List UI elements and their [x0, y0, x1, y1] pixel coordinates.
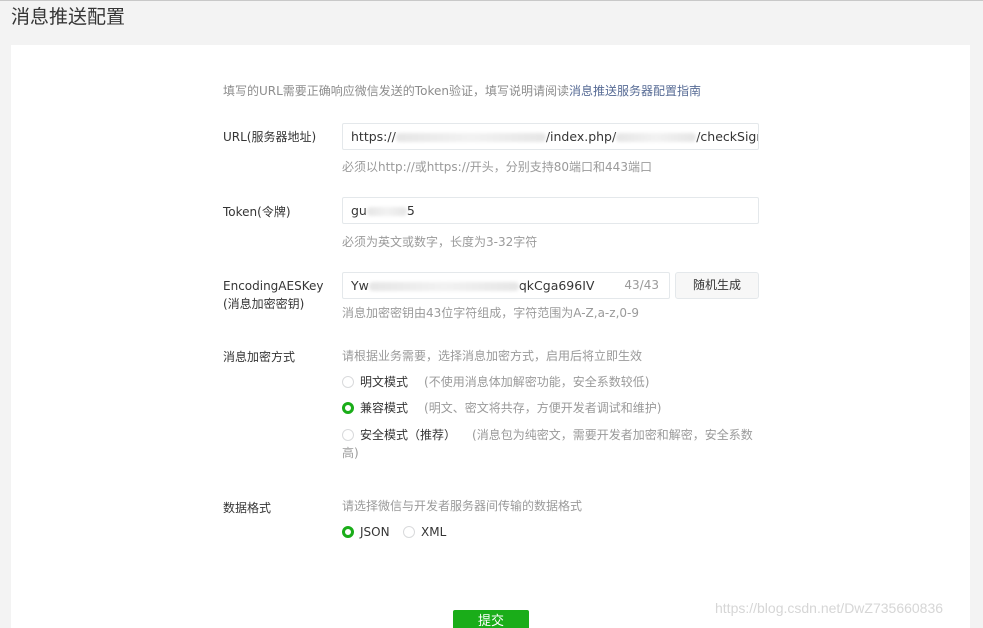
token-input[interactable]: gu 5 [342, 197, 759, 224]
url-label: URL(服务器地址) [223, 130, 317, 144]
radio-circle-checked[interactable] [342, 402, 354, 414]
radio-circle[interactable] [403, 526, 415, 538]
config-card: 填写的URL需要正确响应微信发送的Token验证，填写说明请阅读消息推送服务器配… [11, 45, 970, 628]
aes-label-line2: (消息加密密钥) [223, 297, 305, 311]
token-value-prefix: gu [351, 203, 367, 218]
aes-value-prefix: Yw [351, 278, 369, 293]
token-hint: 必须为英文或数字，长度为3-32字符 [342, 235, 538, 249]
page-title: 消息推送配置 [11, 6, 126, 28]
radio-label: XML [421, 525, 447, 539]
data-format-hint: 请选择微信与开发者服务器间传输的数据格式 [342, 499, 583, 513]
url-redacted-1 [395, 133, 546, 142]
url-redacted-2 [616, 133, 697, 142]
radio-secure-mode[interactable]: 安全模式（推荐） (消息包为纯密文，需要开发者加密和解密，安全系数 [342, 427, 762, 443]
top-border [0, 0, 983, 1]
url-input[interactable]: https:// /index.php/ /checkSignature [342, 123, 759, 150]
aes-hint: 消息加密密钥由43位字符组成，字符范围为A-Z,a-z,0-9 [342, 306, 639, 320]
radio-desc: (不使用消息体加解密功能，安全系数较低) [424, 375, 650, 389]
aes-redacted [368, 282, 519, 291]
token-value-suffix: 5 [406, 203, 415, 218]
radio-circle[interactable] [342, 429, 354, 441]
url-hint: 必须以http://或https://开头，分别支持80端口和443端口 [342, 160, 652, 174]
radio-compatible-mode[interactable]: 兼容模式 (明文、密文将共存，方便开发者调试和维护) [342, 400, 661, 416]
aes-key-input[interactable]: Yw qkCga696IV 43/43 [342, 272, 670, 299]
radio-desc: (消息包为纯密文，需要开发者加密和解密，安全系数 [472, 428, 753, 442]
radio-desc-line2: 高) [342, 446, 359, 460]
radio-format-xml[interactable]: XML [403, 524, 462, 540]
radio-label: 明文模式 [360, 375, 409, 389]
token-label: Token(令牌) [223, 205, 291, 219]
encryption-hint: 请根据业务需要，选择消息加密方式，启用后将立即生效 [342, 349, 643, 363]
data-format-label: 数据格式 [223, 501, 272, 515]
notice-text: 填写的URL需要正确响应微信发送的Token验证，填写说明请阅读消息推送服务器配… [223, 82, 701, 99]
config-guide-link[interactable]: 消息推送服务器配置指南 [569, 84, 701, 98]
aes-value-suffix: qkCga696IV [518, 278, 595, 293]
encryption-label: 消息加密方式 [223, 350, 296, 364]
radio-secure-desc-wrap: 高) [342, 445, 359, 461]
radio-label: 兼容模式 [360, 401, 409, 415]
aes-char-counter: 43/43 [624, 278, 659, 292]
radio-format-json[interactable]: JSON [342, 524, 402, 540]
url-value-prefix: https:// [351, 129, 396, 144]
radio-desc: (明文、密文将共存，方便开发者调试和维护) [424, 401, 662, 415]
watermark: https://blog.csdn.net/DwZ735660836 [715, 600, 944, 616]
aes-label: EncodingAESKey (消息加密密钥) [223, 277, 323, 313]
url-value-suffix: /checkSignature [696, 129, 758, 144]
radio-circle-checked[interactable] [342, 526, 354, 538]
submit-button[interactable]: 提交 [453, 610, 529, 628]
notice-body: 填写的URL需要正确响应微信发送的Token验证，填写说明请阅读 [223, 84, 569, 98]
radio-label: JSON [360, 525, 390, 539]
generate-random-button[interactable]: 随机生成 [675, 272, 759, 299]
token-redacted [366, 207, 407, 216]
radio-label: 安全模式（推荐） [360, 428, 457, 442]
radio-circle[interactable] [342, 376, 354, 388]
aes-label-line1: EncodingAESKey [223, 279, 324, 293]
radio-plaintext-mode[interactable]: 明文模式 (不使用消息体加解密功能，安全系数较低) [342, 374, 649, 390]
url-value-mid: /index.php/ [545, 129, 617, 144]
